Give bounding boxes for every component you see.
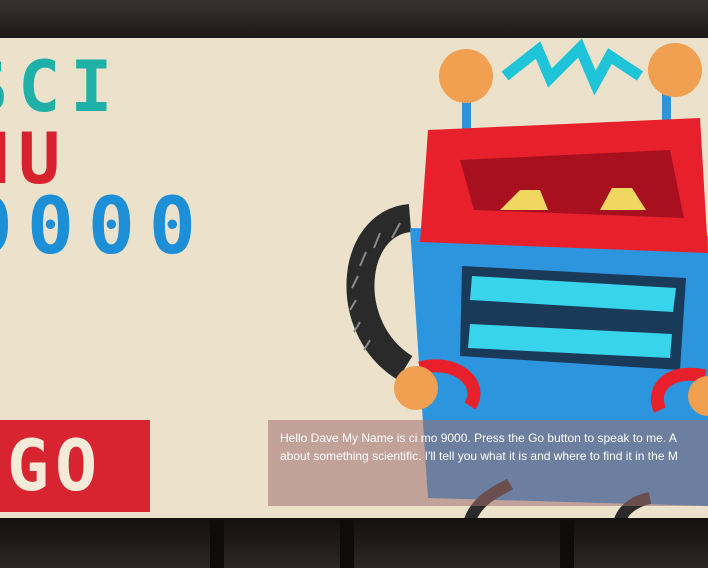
speech-caption-box: Hello Dave My Name is ci mo 9000. Press … — [268, 420, 708, 506]
monitor-bezel-top — [0, 0, 708, 40]
go-button-label: GO — [6, 425, 104, 507]
monitor-stand-right — [560, 520, 574, 568]
monitor-stand-center — [340, 520, 354, 568]
speech-line-2: about something scientific. I'll tell yo… — [280, 449, 678, 463]
display-screen: SCI MU 9000 GO Hello Dave — [0, 38, 708, 520]
robot-arm-left — [346, 204, 414, 380]
robot-hand-left — [394, 366, 438, 410]
monitor-bezel-bottom — [0, 518, 708, 568]
robot-visor — [460, 150, 684, 218]
go-button[interactable]: GO — [0, 420, 150, 512]
robot-zigzag-icon — [501, 38, 644, 96]
robot-antenna-ball-left — [439, 49, 493, 103]
robot-antenna-ball-right — [648, 43, 702, 97]
monitor-stand-left — [210, 520, 224, 568]
speech-line-1: Hello Dave My Name is ci mo 9000. Press … — [280, 431, 677, 445]
